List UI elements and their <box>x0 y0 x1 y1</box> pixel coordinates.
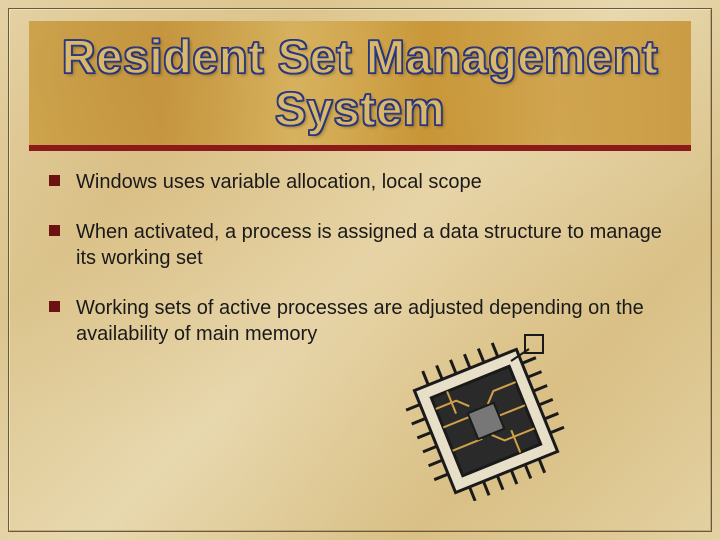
bullet-icon <box>49 301 60 312</box>
content-area: Windows uses variable allocation, local … <box>49 169 671 371</box>
list-item: When activated, a process is assigned a … <box>49 219 671 271</box>
title-band: Resident Set Management System <box>29 21 691 151</box>
bullet-text: Windows uses variable allocation, local … <box>76 169 482 195</box>
cpu-chip-icon <box>401 331 571 501</box>
bullet-text: When activated, a process is assigned a … <box>76 219 671 271</box>
bullet-icon <box>49 175 60 186</box>
bullet-text: Working sets of active processes are adj… <box>76 295 671 347</box>
list-item: Working sets of active processes are adj… <box>49 295 671 347</box>
slide-title: Resident Set Management System <box>29 31 691 134</box>
bullet-icon <box>49 225 60 236</box>
list-item: Windows uses variable allocation, local … <box>49 169 671 195</box>
slide-frame: Resident Set Management System Windows u… <box>8 8 712 532</box>
